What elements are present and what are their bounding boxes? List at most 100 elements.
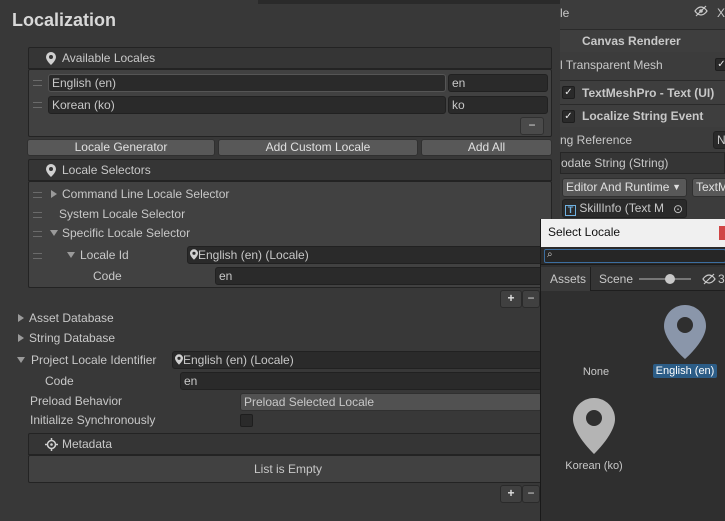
target-function-dropdown[interactable]: TextM [692, 178, 725, 197]
locale-selectors-header[interactable]: Locale Selectors [28, 159, 552, 181]
initialize-sync-label: Initialize Synchronously [30, 413, 156, 427]
add-custom-locale-button[interactable]: Add Custom Locale [218, 139, 418, 156]
tmp-header[interactable]: ✓ TextMeshPro - Text (UI) [560, 80, 725, 104]
runtime-mode-value: Editor And Runtime [566, 180, 670, 194]
locale-id-label: Locale Id [80, 248, 129, 262]
project-locale-field[interactable]: English (en) (Locale) [172, 351, 542, 369]
visibility-icon[interactable] [694, 5, 708, 17]
locale-option-korean[interactable]: Korean (ko) [561, 397, 627, 477]
list-empty-text: List is Empty [254, 462, 323, 476]
available-locales-header[interactable]: Available Locales [28, 47, 552, 69]
expand-arrow-icon[interactable] [18, 334, 24, 342]
string-database-foldout[interactable]: String Database [29, 331, 115, 345]
preload-behavior-dropdown[interactable]: Preload Selected Locale [240, 393, 542, 411]
popup-tabs: Assets Scene 3 [541, 267, 725, 291]
remove-metadata-button[interactable]: − [522, 485, 540, 503]
drag-handle-icon[interactable] [33, 80, 42, 86]
localize-string-header[interactable]: ✓ Localize String Event [560, 104, 725, 127]
code-field[interactable]: en [180, 372, 542, 390]
hidden-count: 3 [718, 272, 725, 286]
selector-system[interactable]: System Locale Selector [59, 207, 185, 221]
asset-database-foldout[interactable]: Asset Database [29, 311, 114, 325]
localize-string-title: Localize String Event [582, 109, 704, 123]
add-metadata-button[interactable]: + [500, 485, 522, 503]
top-bar-edge [258, 0, 560, 4]
preload-behavior-label: Preload Behavior [30, 394, 123, 408]
popup-title: Select Locale [548, 225, 621, 239]
popup-header: Select Locale [541, 219, 725, 247]
update-string-label: odate String (String) [561, 156, 669, 170]
locale-name-field[interactable]: Korean (ko) [48, 96, 446, 114]
locale-pin-icon [46, 52, 56, 65]
object-picker-icon[interactable]: ⊙ [673, 201, 683, 217]
localize-enabled-checkbox[interactable]: ✓ [562, 110, 575, 123]
code-label: Code [45, 374, 74, 388]
tmp-title: TextMeshPro - Text (UI) [582, 86, 715, 100]
code-field[interactable]: en [215, 267, 553, 285]
project-locale-value: English (en) (Locale) [183, 353, 294, 367]
search-icon: ⌕ [547, 249, 553, 260]
metadata-title: Metadata [62, 437, 113, 451]
page-title: Localization [12, 10, 117, 30]
metadata-icon [45, 438, 58, 451]
locale-id-field[interactable]: English (en) (Locale) [187, 246, 553, 264]
chevron-down-icon: ▼ [672, 182, 681, 192]
tab-assets-label: Assets [550, 272, 587, 286]
tab-assets[interactable]: Assets [541, 267, 591, 291]
collapse-arrow-icon[interactable] [50, 230, 58, 236]
selector-specific[interactable]: Specific Locale Selector [62, 226, 190, 240]
inspector-tab[interactable]: le [560, 6, 569, 20]
runtime-mode-dropdown[interactable]: Editor And Runtime ▼ [562, 178, 687, 197]
add-selector-button[interactable]: + [500, 290, 522, 308]
locale-name-field[interactable]: English (en) [48, 74, 446, 92]
tmp-enabled-checkbox[interactable]: ✓ [562, 86, 575, 99]
remove-selector-button[interactable]: − [522, 290, 540, 308]
initialize-sync-checkbox[interactable] [240, 414, 253, 427]
drag-handle-icon[interactable] [33, 102, 42, 108]
search-bar: ⌕ [541, 247, 725, 265]
drag-handle-icon[interactable] [33, 253, 42, 259]
selector-command-line[interactable]: Command Line Locale Selector [62, 187, 229, 201]
locale-option-english[interactable]: English (en) [653, 304, 717, 384]
metadata-header[interactable]: Metadata [28, 433, 552, 455]
transparent-mesh-label: l Transparent Mesh [560, 58, 663, 72]
localization-settings-panel: Localization Available Locales English (… [0, 0, 560, 521]
transparent-mesh-checkbox[interactable]: ✓ [715, 58, 725, 71]
close-icon[interactable]: X [717, 6, 725, 20]
canvas-renderer-header[interactable]: Canvas Renderer [560, 29, 725, 52]
available-locales-list: English (en) en Korean (ko) ko [28, 69, 552, 137]
target-object-field[interactable]: T SkillInfo (Text M ⊙ [562, 199, 687, 218]
tab-scene[interactable]: Scene [599, 272, 633, 286]
option-label: Korean (ko) [565, 460, 623, 472]
collapse-arrow-icon[interactable] [17, 357, 25, 363]
close-button[interactable] [719, 226, 725, 240]
string-reference-label: ng Reference [560, 133, 633, 147]
locale-pin-icon [46, 164, 56, 177]
available-locales-title: Available Locales [62, 51, 156, 65]
option-label: None [582, 366, 610, 378]
hidden-count-icon[interactable] [702, 273, 716, 285]
locale-code-field[interactable]: en [448, 74, 548, 92]
drag-handle-icon[interactable] [33, 192, 42, 198]
select-locale-popup: Select Locale ⌕ Assets Scene 3 None Engl… [540, 219, 725, 521]
drag-handle-icon[interactable] [33, 212, 42, 218]
target-object-value: SkillInfo (Text M [579, 201, 665, 215]
expand-arrow-icon[interactable] [18, 314, 24, 322]
remove-locale-button[interactable]: − [520, 117, 544, 135]
drag-handle-icon[interactable] [33, 231, 42, 237]
add-all-button[interactable]: Add All [421, 139, 552, 156]
locale-pin-icon [664, 305, 706, 359]
locale-pin-icon [175, 354, 183, 365]
expand-arrow-icon[interactable] [51, 190, 57, 198]
locale-option-none[interactable]: None [561, 364, 631, 380]
update-string-event: odate String (String) [560, 152, 725, 174]
zoom-slider-handle[interactable] [665, 274, 675, 284]
metadata-list: List is Empty [28, 455, 552, 483]
locale-selectors-title: Locale Selectors [62, 163, 151, 177]
string-reference-field[interactable]: N [713, 131, 725, 149]
locale-pin-icon [190, 249, 198, 260]
locale-code-field[interactable]: ko [448, 96, 548, 114]
locale-generator-button[interactable]: Locale Generator [27, 139, 215, 156]
collapse-arrow-icon[interactable] [67, 252, 75, 258]
search-input[interactable]: ⌕ [544, 249, 725, 263]
